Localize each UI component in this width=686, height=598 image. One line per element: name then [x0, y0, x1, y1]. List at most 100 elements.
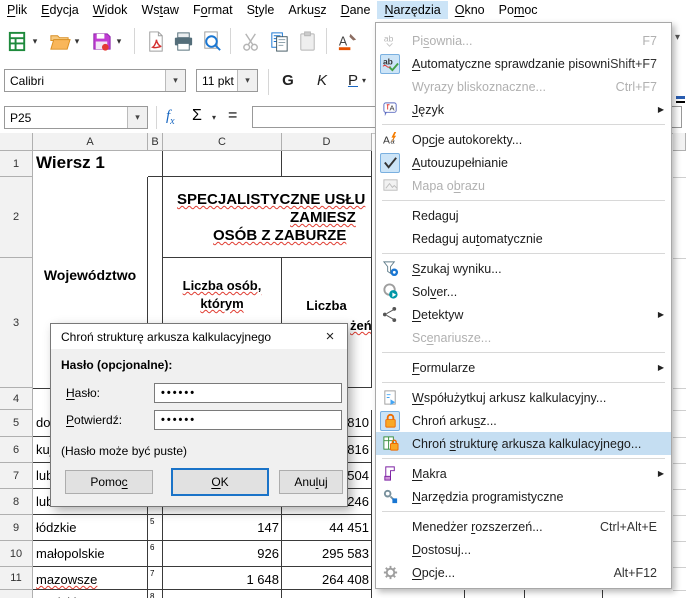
open-button[interactable]: [46, 28, 72, 54]
cell-a12-value[interactable]: opolskie: [33, 590, 148, 598]
new-spreadsheet-button[interactable]: [4, 28, 30, 54]
cell-a11-value[interactable]: mazowsze: [33, 567, 148, 590]
border-color-icon[interactable]: [676, 96, 685, 99]
confirm-field[interactable]: ••••••: [154, 410, 342, 430]
cell-d11-value[interactable]: 264 408: [282, 567, 372, 590]
copy-button[interactable]: [266, 28, 292, 54]
help-button[interactable]: Pomoc: [65, 470, 153, 494]
print-button[interactable]: [170, 28, 196, 54]
menu-item-autouzupełnianie[interactable]: Autouzupełnianie: [376, 151, 671, 174]
function-wizard-icon[interactable]: fx: [166, 108, 175, 127]
chevron-down-icon[interactable]: ▾: [165, 70, 185, 91]
menu-item-chroń-strukturę-arkusza-kalkulacyjnego[interactable]: Chroń strukturę arkusza kalkulacyjnego..…: [376, 432, 671, 455]
menu-item-szukaj-wyniku[interactable]: Szukaj wyniku...: [376, 257, 671, 280]
chevron-down-icon[interactable]: ▾: [127, 107, 147, 128]
cell-C1[interactable]: [163, 151, 282, 177]
cell-c9-value[interactable]: 147: [163, 515, 282, 541]
menubar-item-dane[interactable]: Dane: [334, 1, 378, 19]
row-header-9[interactable]: 9: [0, 515, 33, 541]
column-header-A[interactable]: A: [33, 133, 148, 151]
sum-dropdown-arrow[interactable]: ▾: [212, 113, 216, 122]
chevron-down-icon[interactable]: ▾: [237, 70, 257, 91]
menubar-item-plik[interactable]: Plik: [0, 1, 34, 19]
ok-button[interactable]: OK: [171, 468, 269, 496]
menu-item-opcje[interactable]: Opcje...Alt+F12: [376, 561, 671, 584]
column-header-partial[interactable]: [673, 133, 686, 151]
print-preview-button[interactable]: [198, 28, 224, 54]
chevron-down-icon[interactable]: ▾: [114, 36, 124, 47]
cell-a9-value[interactable]: łódzkie: [33, 515, 148, 541]
font-name-combobox[interactable]: Calibri ▾: [4, 69, 186, 92]
row-header-7[interactable]: 7: [0, 463, 33, 489]
menubar-item-okno[interactable]: Okno: [448, 1, 492, 19]
toolbar-overflow-icon[interactable]: ▾: [675, 32, 680, 43]
cell-a1[interactable]: Wiersz 1: [33, 151, 148, 177]
close-icon[interactable]: ×: [317, 324, 343, 349]
font-size-combobox[interactable]: 11 pkt ▾: [196, 69, 258, 92]
menubar-item-style[interactable]: Style: [240, 1, 282, 19]
italic-button[interactable]: K: [310, 68, 334, 92]
chevron-down-icon[interactable]: ▾: [30, 36, 40, 47]
menu-item-redaguj-automatycznie[interactable]: Redaguj automatycznie: [376, 227, 671, 250]
row-header-4[interactable]: 4: [0, 388, 33, 410]
sum-icon[interactable]: Σ: [192, 107, 202, 125]
bold-button[interactable]: G: [276, 68, 300, 92]
cell-c11-value[interactable]: 1 648: [163, 567, 282, 590]
clone-formatting-button[interactable]: A: [334, 28, 360, 54]
menu-item-opcje-autokorekty[interactable]: AaOpcje autokorekty...: [376, 128, 671, 151]
row-header-12[interactable]: 12: [0, 590, 33, 598]
cell-f12-value[interactable]: 600: [465, 590, 525, 598]
password-field[interactable]: ••••••: [154, 383, 342, 403]
cell-title-merged[interactable]: SPECJALISTYCZNE USŁUZAMIESZOSÓB Z ZABURZ…: [163, 177, 372, 258]
cell-B1[interactable]: [148, 151, 163, 177]
chevron-down-icon[interactable]: ▾: [72, 36, 82, 47]
cell-d9-value[interactable]: 44 451: [282, 515, 372, 541]
menu-item-chroń-arkusz[interactable]: Chroń arkusz...: [376, 409, 671, 432]
export-pdf-button[interactable]: [142, 28, 168, 54]
column-header-D[interactable]: D: [282, 133, 372, 151]
cell-b11-value[interactable]: 7: [148, 567, 163, 590]
menu-item-język[interactable]: AJęzyk▶: [376, 98, 671, 121]
cell-b12-value[interactable]: 8: [148, 590, 163, 598]
cancel-button[interactable]: Anuluj: [279, 470, 343, 494]
menubar-item-format[interactable]: Format: [186, 1, 240, 19]
row-header-6[interactable]: 6: [0, 437, 33, 463]
menu-item-menedżer-rozszerzeń[interactable]: Menedżer rozszerzeń...Ctrl+Alt+E: [376, 515, 671, 538]
cell-d10-value[interactable]: 295 583: [282, 541, 372, 567]
dialog-titlebar[interactable]: Chroń strukturę arkusza kalkulacyjnego: [51, 324, 347, 349]
cell-b9-value[interactable]: 5: [148, 515, 163, 541]
menubar-item-widok[interactable]: Widok: [86, 1, 135, 19]
column-header-B[interactable]: B: [148, 133, 163, 151]
cell-c10-value[interactable]: 926: [163, 541, 282, 567]
menu-item-detektyw[interactable]: Detektyw▶: [376, 303, 671, 326]
menu-item-automatyczne-sprawdzanie-pisowni[interactable]: abAutomatyczne sprawdzanie pisowniShift+…: [376, 52, 671, 75]
row-header-11[interactable]: 11: [0, 567, 33, 590]
underline-dropdown-arrow[interactable]: ▾: [362, 76, 366, 85]
row-header-5[interactable]: 5: [0, 410, 33, 437]
menubar-item-wstaw[interactable]: Wstaw: [134, 1, 186, 19]
menu-item-dostosuj[interactable]: Dostosuj...: [376, 538, 671, 561]
cell-d12-value[interactable]: 149 154: [282, 590, 372, 598]
menubar-item-narzędzia[interactable]: Narzędzia: [377, 1, 447, 19]
menubar-item-pomoc[interactable]: Pomoc: [492, 1, 545, 19]
row-header-2[interactable]: 2: [0, 177, 33, 258]
row-header-3[interactable]: 3: [0, 258, 33, 388]
menu-item-makra[interactable]: Makra▶: [376, 462, 671, 485]
cell-a10-value[interactable]: małopolskie: [33, 541, 148, 567]
cell-e12-value[interactable]: 4 989 495: [372, 590, 465, 598]
menu-item-współużytkuj-arkusz-kalkulacyjny[interactable]: Współużytkuj arkusz kalkulacyjny...: [376, 386, 671, 409]
menu-item-narzędzia-programistyczne[interactable]: Narzędzia programistyczne: [376, 485, 671, 508]
equals-icon[interactable]: =: [228, 107, 237, 125]
select-all-corner[interactable]: [0, 133, 33, 151]
menu-item-formularze[interactable]: Formularze▶: [376, 356, 671, 379]
row-header-8[interactable]: 8: [0, 489, 33, 515]
menubar-item-arkusz[interactable]: Arkusz: [281, 1, 333, 19]
save-button[interactable]: [88, 28, 114, 54]
row-header-10[interactable]: 10: [0, 541, 33, 567]
menubar-item-edycja[interactable]: Edycja: [34, 1, 86, 19]
column-header-C[interactable]: C: [163, 133, 282, 151]
menu-item-redaguj[interactable]: Redaguj: [376, 204, 671, 227]
name-box[interactable]: P25 ▾: [4, 106, 148, 129]
cell-D1[interactable]: [282, 151, 372, 177]
cell-c12-value[interactable]: 694: [163, 590, 282, 598]
